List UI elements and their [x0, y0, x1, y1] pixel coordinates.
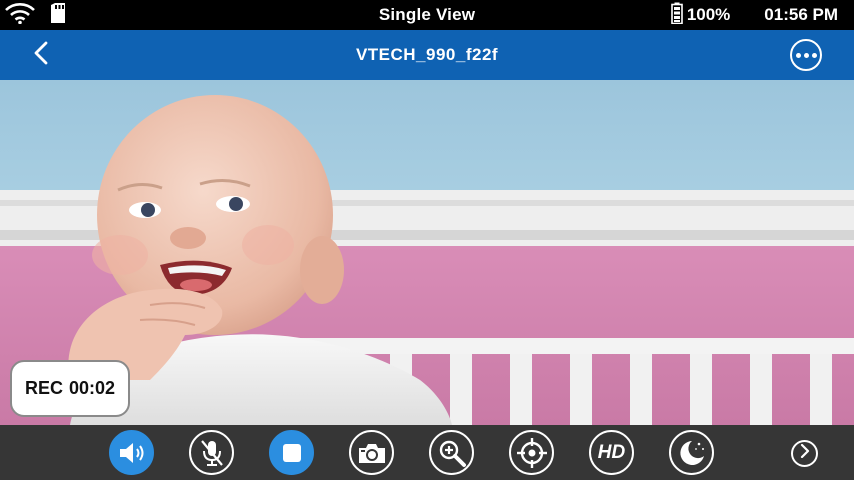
chevron-right-icon — [799, 443, 811, 463]
status-bar: Single View 100% 01:56 PM — [0, 0, 854, 30]
microphone-muted-icon — [198, 438, 226, 468]
more-options-icon — [795, 52, 801, 58]
microphone-button[interactable] — [189, 430, 234, 475]
moon-icon — [677, 438, 707, 468]
camera-icon — [357, 441, 387, 465]
recording-indicator: REC 00:02 — [10, 360, 130, 417]
snapshot-button[interactable] — [349, 430, 394, 475]
more-options-dot — [803, 52, 809, 58]
night-mode-button[interactable] — [669, 430, 714, 475]
recording-label: REC — [24, 378, 63, 398]
recording-elapsed: 00:02 — [68, 378, 116, 398]
hd-button[interactable]: HD — [589, 430, 634, 475]
battery-percent: 100% — [686, 5, 731, 24]
crosshair-icon — [516, 437, 548, 469]
nav-bar: VTECH_990_f22f — [0, 30, 854, 80]
battery-indicator: 100% — [671, 2, 730, 29]
more-options-dot — [811, 52, 817, 58]
stop-icon — [281, 442, 303, 464]
zoom-button[interactable] — [429, 430, 474, 475]
zoom-in-icon — [437, 438, 467, 468]
more-options-button[interactable] — [790, 39, 822, 71]
record-stop-button[interactable] — [269, 430, 314, 475]
clock: 01:56 PM — [764, 5, 838, 24]
hd-icon: HD — [597, 441, 626, 463]
control-bar: HD — [0, 425, 854, 480]
next-controls-button[interactable] — [791, 440, 818, 467]
speaker-icon — [117, 440, 147, 466]
status-icons-right: 100% 01:56 PM — [671, 2, 838, 29]
pan-tilt-button[interactable] — [509, 430, 554, 475]
speaker-button[interactable] — [109, 430, 154, 475]
camera-name: VTECH_990_f22f — [355, 45, 499, 64]
battery-icon — [671, 2, 683, 29]
